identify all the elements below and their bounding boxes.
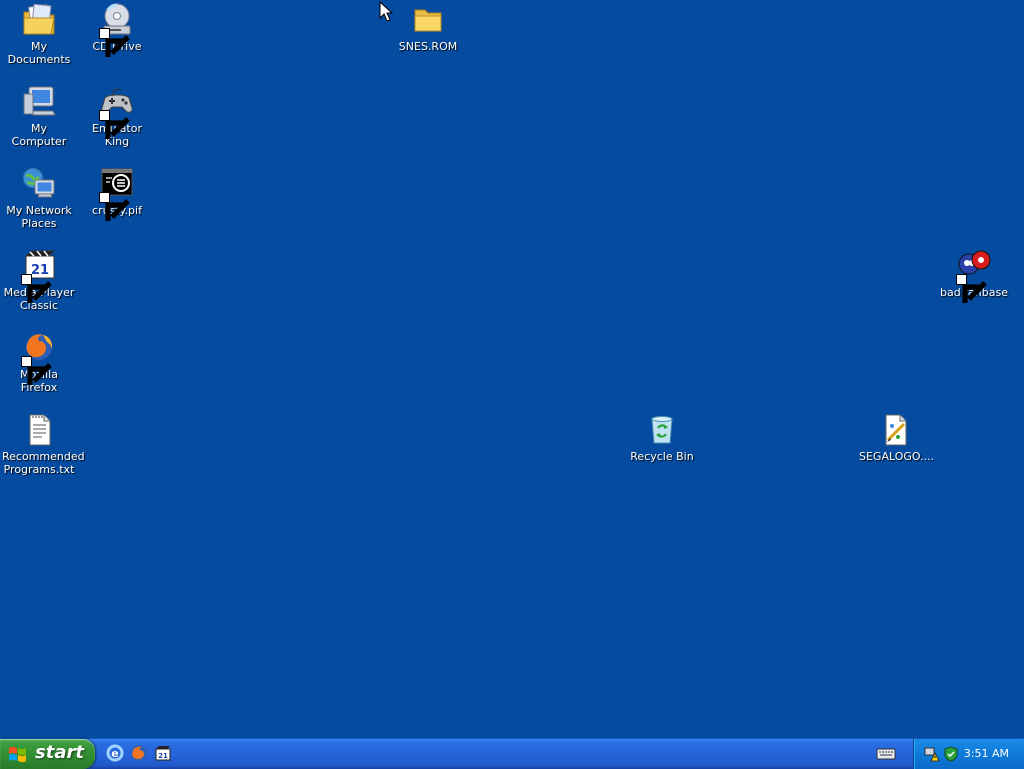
msdos-program-icon <box>99 166 135 221</box>
desktop-icon-snes-rom[interactable]: SNES.ROM <box>389 2 467 53</box>
desktop-icon-label: My Network Places <box>6 204 72 230</box>
desktop-icon-label: Recommended Programs.txt <box>2 450 85 476</box>
desktop-icon-mozilla-firefox[interactable]: Mozilla Firefox <box>0 330 78 394</box>
shortcut-arrow-icon <box>99 28 130 57</box>
desktop-icon-label: My Computer <box>11 122 67 148</box>
desktop[interactable]: My Documents CD Drive SNES.ROM My Comput… <box>0 0 1024 738</box>
system-tray: 3:51 AM <box>913 739 1024 769</box>
desktop-icon-bad-fanbase[interactable]: bad fanbase <box>935 248 1013 303</box>
firefox-icon <box>21 330 57 385</box>
text-file-icon <box>21 412 57 448</box>
desktop-icon-label: SNES.ROM <box>398 40 458 53</box>
start-button[interactable]: start <box>0 739 95 769</box>
gamepad-icon <box>99 84 135 139</box>
desktop-icon-my-network-places[interactable]: My Network Places <box>0 166 78 230</box>
shortcut-arrow-icon <box>99 192 130 221</box>
shortcut-arrow-icon <box>21 356 52 385</box>
svg-text:21: 21 <box>158 752 168 760</box>
keyboard-icon[interactable] <box>876 747 896 761</box>
desktop-icon-my-computer[interactable]: My Computer <box>0 84 78 148</box>
security-shield-icon[interactable] <box>943 746 959 762</box>
media-player-icon[interactable]: 21 <box>154 744 172 762</box>
svg-text:e: e <box>111 747 118 760</box>
internet-explorer-icon[interactable]: e <box>106 744 124 762</box>
desktop-icon-crusty-pif[interactable]: crusty.pif <box>78 166 156 221</box>
desktop-icon-segalogo[interactable]: SEGALOGO.... <box>857 412 935 463</box>
taskbar: start e 21 3:51 AM <box>0 738 1024 769</box>
shortcut-arrow-icon <box>956 274 987 303</box>
desktop-icon-media-player-classic[interactable]: 21 Media Player Classic <box>0 248 78 312</box>
my-documents-icon <box>21 2 57 38</box>
desktop-icon-cd-drive[interactable]: CD Drive <box>78 2 156 57</box>
desktop-icon-label: My Documents <box>7 40 71 66</box>
start-label: start <box>35 742 84 763</box>
paint-image-icon <box>878 412 914 448</box>
sonic-icon <box>956 248 992 303</box>
recycle-bin-icon <box>644 412 680 448</box>
desktop-icon-recycle-bin[interactable]: Recycle Bin <box>623 412 701 463</box>
media-player-icon: 21 <box>21 248 57 303</box>
desktop-icon-recommended-programs-txt[interactable]: Recommended Programs.txt <box>0 412 85 476</box>
desktop-icon-emulator-king[interactable]: Emulator King <box>78 84 156 148</box>
folder-icon <box>410 2 446 38</box>
my-computer-icon <box>21 84 57 120</box>
network-warning-icon[interactable] <box>924 746 940 762</box>
desktop-icon-label: Recycle Bin <box>630 450 694 463</box>
cd-drive-icon <box>99 2 135 57</box>
mouse-cursor-icon <box>379 1 393 22</box>
firefox-icon[interactable] <box>130 744 148 762</box>
shortcut-arrow-icon <box>21 274 52 303</box>
windows-logo-icon <box>9 746 26 763</box>
desktop-icon-my-documents[interactable]: My Documents <box>0 2 78 66</box>
quick-launch-bar: e 21 <box>106 744 172 764</box>
clock[interactable]: 3:51 AM <box>964 747 1009 760</box>
shortcut-arrow-icon <box>99 110 130 139</box>
network-icon <box>21 166 57 202</box>
desktop-icon-label: SEGALOGO.... <box>859 450 935 463</box>
